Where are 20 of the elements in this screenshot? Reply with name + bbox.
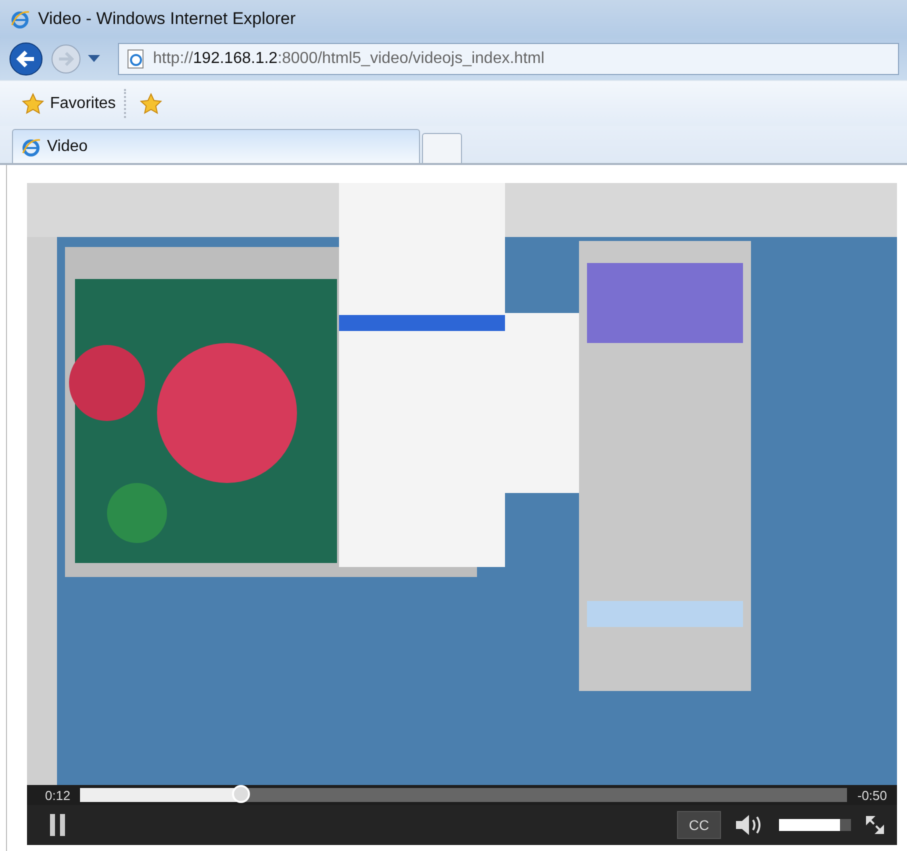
add-favorite-button[interactable] [140,93,162,114]
progress-handle[interactable] [232,785,250,803]
url-text: http://192.168.1.2:8000/html5_video/videojs_index.html [153,50,544,68]
pause-button[interactable] [49,813,67,837]
progress-bar[interactable] [80,788,848,802]
star-icon [140,93,162,114]
remaining-time: -0:50 [857,788,887,802]
current-time: 0:12 [45,788,70,802]
browser-tab[interactable]: Video [12,129,420,163]
back-button[interactable] [8,41,44,77]
browser-logo-icon [10,9,30,29]
browser-logo-icon [21,136,41,156]
favorites-button[interactable]: Favorites [14,89,126,118]
captions-button[interactable]: CC [677,811,721,839]
star-icon [22,93,44,114]
dropdown-caret-icon[interactable] [88,55,100,63]
window-title: Video - Windows Internet Explorer [38,9,296,29]
page-icon [127,49,145,69]
address-field[interactable]: http://192.168.1.2:8000/html5_video/videojs_index.html [118,43,899,75]
fullscreen-icon[interactable] [865,815,885,835]
